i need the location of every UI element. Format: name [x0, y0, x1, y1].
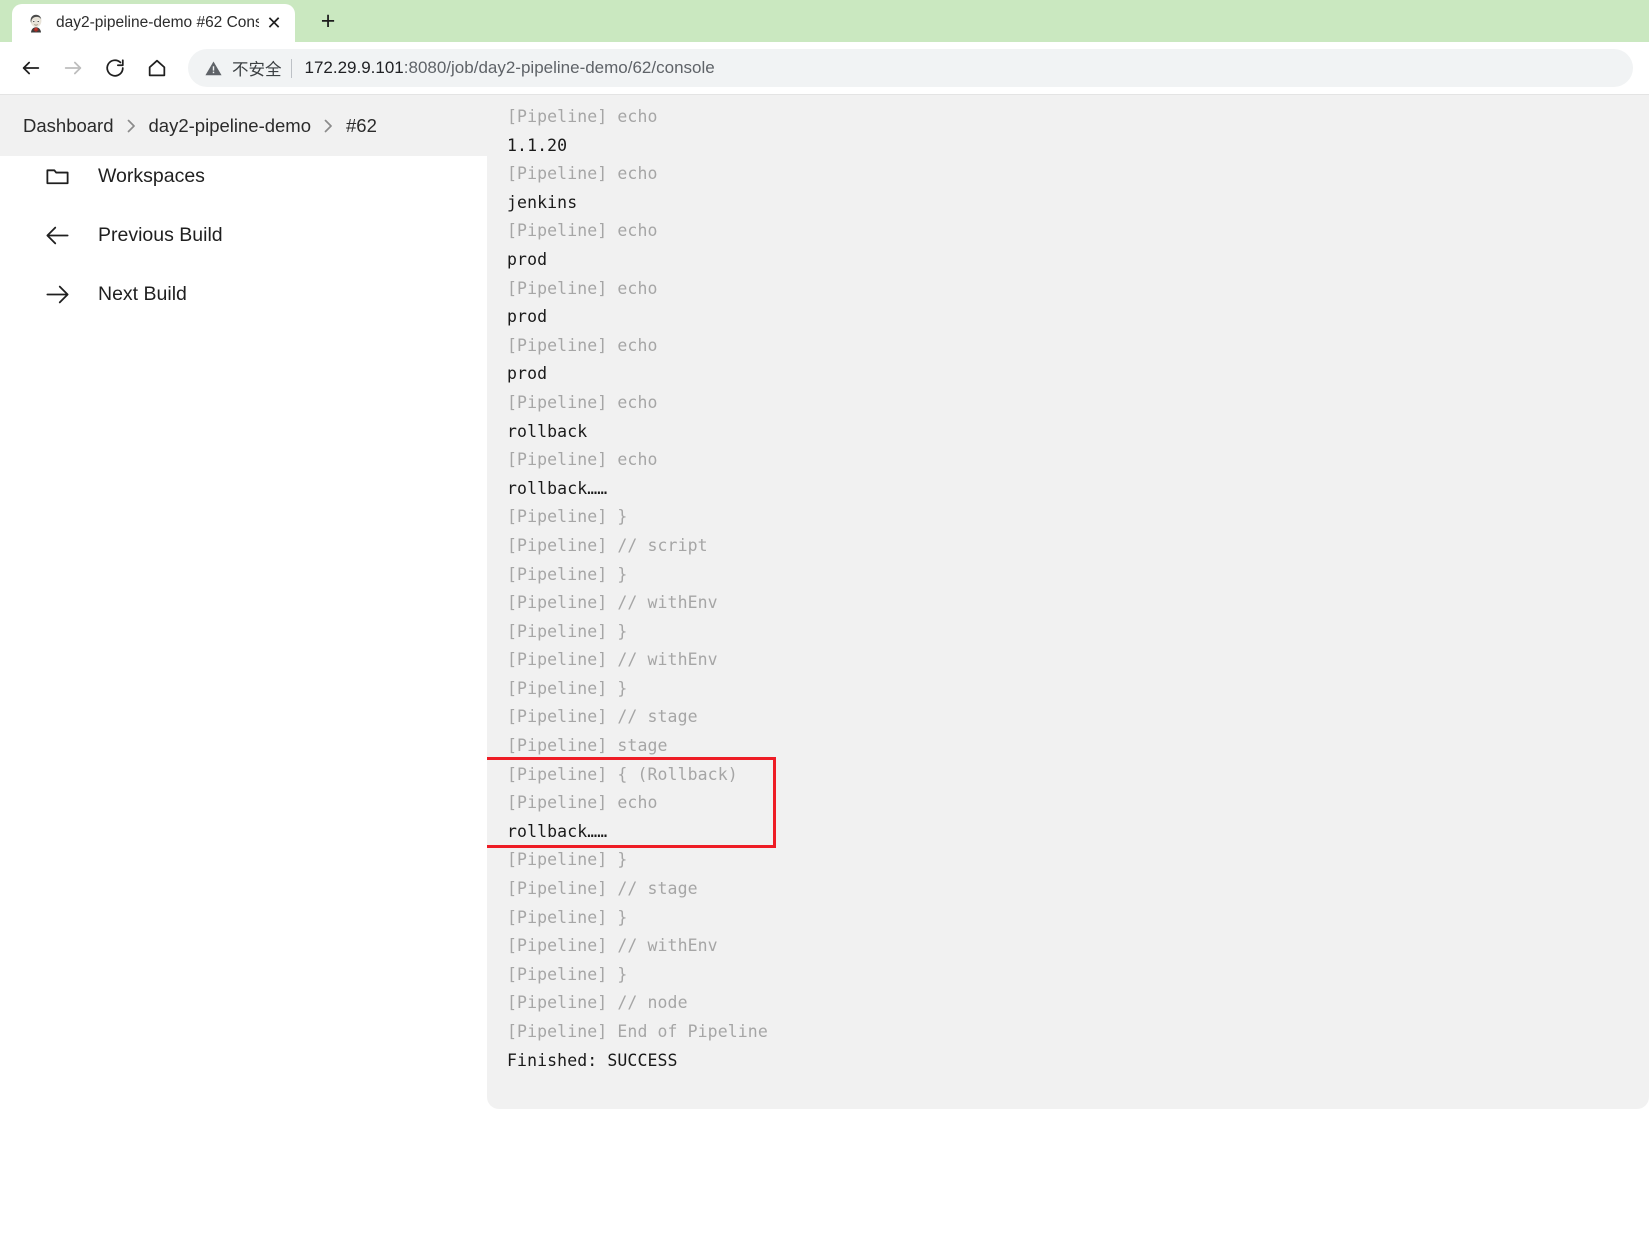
- jenkins-page: Dashboard day2-pipeline-demo #62 Workspa…: [0, 95, 1649, 1245]
- console-log-line: rollback: [507, 421, 588, 441]
- back-icon[interactable]: [10, 47, 52, 89]
- console-log-line: [Pipeline] echo: [507, 450, 658, 470]
- sidebar-item-label: Workspaces: [98, 165, 205, 187]
- build-sidebar: Workspaces Previous Build Next Build: [0, 95, 487, 1110]
- console-output[interactable]: [Pipeline] echo 1.1.20 [Pipeline] echo jenk…: [474, 95, 1649, 1110]
- console-log-line: [Pipeline] // script: [507, 535, 708, 555]
- jenkins-butler-icon: [26, 13, 46, 33]
- arrow-right-icon: [42, 281, 72, 308]
- breadcrumb-item-dashboard[interactable]: Dashboard: [23, 115, 114, 137]
- console-log-line: [Pipeline] echo: [507, 278, 658, 298]
- reload-icon[interactable]: [94, 47, 136, 89]
- console-log-line: prod: [507, 307, 548, 327]
- url-text: 172.29.9.101:8080/job/day2-pipeline-demo…: [305, 58, 715, 78]
- breadcrumb-item-build[interactable]: #62: [346, 115, 377, 137]
- sidebar-item-previous-build[interactable]: Previous Build: [0, 206, 487, 265]
- console-log-line: [Pipeline] // node: [507, 993, 688, 1013]
- tab-title: day2-pipeline-demo #62 Console: [56, 14, 259, 31]
- console-log-line: [Pipeline] // withEnv: [507, 650, 718, 670]
- console-log-line: [Pipeline] }: [507, 850, 628, 870]
- console-log-line: [Pipeline] }: [507, 507, 628, 527]
- console-log-line: prod: [507, 364, 548, 384]
- console-log-line: jenkins: [507, 192, 578, 212]
- console-log-line: [Pipeline] echo: [507, 107, 658, 126]
- console-log-line: Finished: SUCCESS: [507, 1050, 678, 1070]
- address-bar[interactable]: 不安全 172.29.9.101:8080/job/day2-pipeline-…: [188, 49, 1633, 87]
- sidebar-item-label: Next Build: [98, 283, 187, 305]
- console-log-line: [Pipeline] echo: [507, 164, 658, 184]
- console-log-line: 1.1.20: [507, 135, 568, 155]
- console-log-line: [Pipeline] echo: [507, 221, 658, 241]
- console-log-line: [Pipeline] echo: [507, 335, 658, 355]
- console-log-line: [Pipeline] { (Rollback): [507, 764, 738, 784]
- console-log-line: [Pipeline] }: [507, 678, 628, 698]
- page-content: Workspaces Previous Build Next Build [Pi…: [0, 95, 1649, 1110]
- arrow-left-icon: [42, 222, 72, 249]
- console-log-line: [Pipeline] // stage: [507, 707, 698, 727]
- console-log-line: [Pipeline] End of Pipeline: [507, 1022, 768, 1041]
- browser-tab[interactable]: day2-pipeline-demo #62 Console ✕: [12, 4, 295, 42]
- console-log-lines: [Pipeline] echo 1.1.20 [Pipeline] echo jenk…: [507, 103, 1649, 1075]
- console-log-line: prod: [507, 249, 548, 269]
- omnibox-divider: [290, 58, 292, 78]
- browser-window: day2-pipeline-demo #62 Console ✕ +: [0, 0, 1649, 1246]
- home-icon[interactable]: [136, 47, 178, 89]
- sidebar-item-next-build[interactable]: Next Build: [0, 265, 487, 324]
- not-secure-label: 不安全: [232, 60, 282, 79]
- forward-icon[interactable]: [52, 47, 94, 89]
- folder-icon: [42, 163, 72, 190]
- chevron-right-icon: [324, 119, 333, 133]
- console-log-line: [Pipeline] // withEnv: [507, 936, 718, 956]
- chevron-right-icon: [127, 119, 136, 133]
- sidebar-item-label: Previous Build: [98, 224, 223, 246]
- console-log-line: [Pipeline] echo: [507, 793, 658, 813]
- new-tab-button[interactable]: +: [309, 2, 347, 40]
- console-log-line: [Pipeline] echo: [507, 392, 658, 412]
- console-log-line: [Pipeline] // withEnv: [507, 593, 718, 613]
- console-log-line: [Pipeline] stage: [507, 736, 668, 756]
- console-log-line: rollback……: [507, 821, 608, 841]
- console-log-line: [Pipeline] }: [507, 907, 628, 927]
- tab-close-icon[interactable]: ✕: [261, 10, 287, 36]
- not-secure-warning-icon: [204, 59, 223, 78]
- url-path: :8080/job/day2-pipeline-demo/62/console: [403, 58, 715, 77]
- breadcrumb-item-job[interactable]: day2-pipeline-demo: [149, 115, 312, 137]
- console-log-line: rollback……: [507, 478, 608, 498]
- url-host: 172.29.9.101: [304, 58, 404, 77]
- tab-strip: day2-pipeline-demo #62 Console ✕ +: [0, 0, 1649, 42]
- breadcrumb: Dashboard day2-pipeline-demo #62: [0, 95, 487, 156]
- console-log-line: [Pipeline] }: [507, 564, 628, 584]
- console-log-line: [Pipeline] // stage: [507, 879, 698, 899]
- console-log-line: [Pipeline] }: [507, 964, 628, 984]
- browser-toolbar: 不安全 172.29.9.101:8080/job/day2-pipeline-…: [0, 42, 1649, 95]
- console-log-line: [Pipeline] }: [507, 621, 628, 641]
